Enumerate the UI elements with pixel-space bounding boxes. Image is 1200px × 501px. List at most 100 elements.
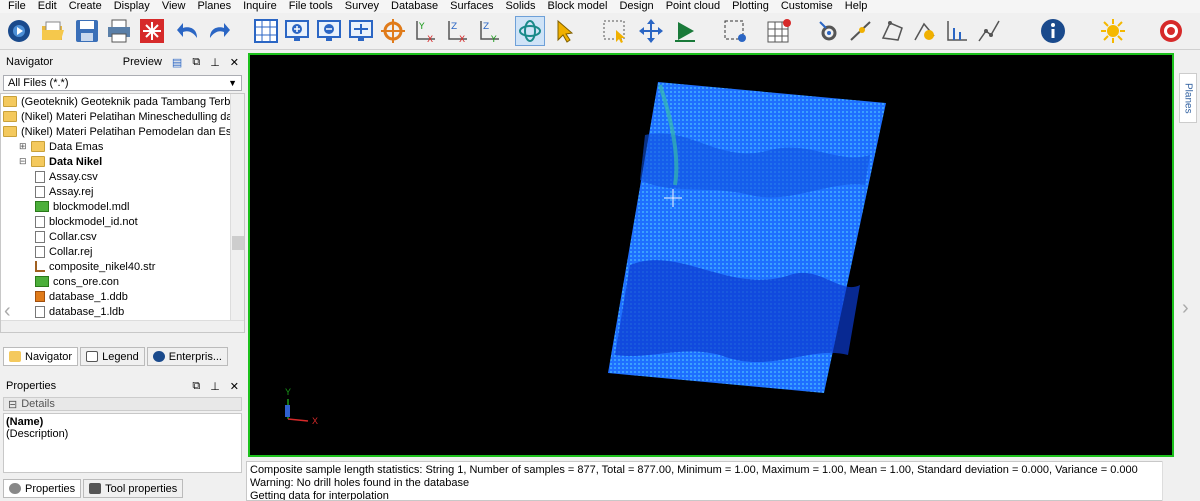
menu-item-design[interactable]: Design [619, 1, 653, 12]
pin-icon[interactable]: ⊥ [210, 56, 220, 69]
collapse-icon[interactable]: ⊟ [19, 156, 29, 167]
grid-snap-icon[interactable] [764, 16, 794, 46]
menu-item-customise[interactable]: Customise [781, 1, 833, 12]
preview-icon[interactable]: ▤ [172, 56, 182, 69]
report-line: Warning: No drill holes found in the dat… [250, 477, 470, 489]
planes-label: Planes [1182, 82, 1194, 114]
play-icon[interactable] [670, 16, 700, 46]
tab-tool-properties[interactable]: Tool properties [83, 479, 184, 498]
tree-item[interactable]: blockmodel.mdl [1, 199, 244, 214]
menu-item-point-cloud[interactable]: Point cloud [666, 1, 720, 12]
grid-icon[interactable] [251, 16, 281, 46]
tree-item[interactable]: Collar.rej [1, 244, 244, 259]
polygon-icon[interactable] [878, 16, 908, 46]
selection-icon[interactable] [720, 16, 750, 46]
menu-item-help[interactable]: Help [845, 1, 868, 12]
zx-plane-icon[interactable]: ZX [442, 16, 472, 46]
menu-item-planes[interactable]: Planes [197, 1, 231, 12]
tree-item[interactable]: (Nikel) Materi Pelatihan Pemodelan dan E… [1, 124, 244, 139]
menu-item-create[interactable]: Create [69, 1, 102, 12]
tree-item[interactable]: database_1.ddb [1, 289, 244, 304]
tree-item[interactable]: cons_ore.con [1, 274, 244, 289]
zoom-out-icon[interactable] [314, 16, 344, 46]
undo-icon[interactable] [173, 16, 203, 46]
open-folder-icon[interactable] [38, 16, 68, 46]
report-scrollbar[interactable] [1162, 461, 1176, 501]
menu-item-database[interactable]: Database [391, 1, 438, 12]
collapse-icon[interactable]: ⊟ [8, 398, 17, 411]
redo-icon[interactable] [204, 16, 234, 46]
preview-button[interactable]: Preview [123, 56, 162, 68]
lifebuoy-icon[interactable] [1156, 16, 1186, 46]
tree-item[interactable]: (Geoteknik) Geoteknik pada Tambang Terbu… [1, 94, 244, 109]
save-icon[interactable] [72, 16, 102, 46]
menu-item-file-tools[interactable]: File tools [289, 1, 333, 12]
menu-item-survey[interactable]: Survey [345, 1, 379, 12]
description-property[interactable]: (Description) [6, 428, 239, 440]
tree-item[interactable]: ⊟ Data Nikel [1, 154, 244, 169]
file-filter-select[interactable]: All Files (*.*) ▼ [3, 75, 242, 91]
close-icon[interactable]: ✕ [230, 380, 239, 393]
main-toolbar: YX ZX ZY [0, 13, 1200, 50]
menu-item-inquire[interactable]: Inquire [243, 1, 277, 12]
tree-item[interactable]: blockmodel_id.not [1, 214, 244, 229]
menu-item-solids[interactable]: Solids [506, 1, 536, 12]
select-box-icon[interactable] [600, 16, 630, 46]
expand-icon[interactable]: ⊞ [19, 141, 29, 152]
expand-right-icon[interactable]: › [1182, 297, 1189, 320]
tree-item[interactable]: composite_nikel40.str [1, 259, 244, 274]
tree-item[interactable]: (Nikel) Materi Pelatihan Mineschedulling… [1, 109, 244, 124]
menu-item-file[interactable]: File [8, 1, 26, 12]
collapse-left-icon[interactable]: ‹ [4, 300, 11, 323]
file-icon [35, 230, 45, 243]
yx-plane-icon[interactable]: YX [410, 16, 440, 46]
menu-item-surfaces[interactable]: Surfaces [450, 1, 493, 12]
menu-item-display[interactable]: Display [114, 1, 150, 12]
settings-icon[interactable] [814, 16, 844, 46]
block-model-icon [35, 201, 49, 212]
target-icon[interactable] [378, 16, 408, 46]
tree-scroll-thumb[interactable] [232, 236, 244, 250]
globe-icon[interactable] [4, 16, 34, 46]
menu-item-edit[interactable]: Edit [38, 1, 57, 12]
details-label: Details [21, 398, 55, 410]
restore-icon[interactable]: ⧉ [192, 380, 200, 393]
snap-icon[interactable] [846, 16, 876, 46]
tab-legend[interactable]: Legend [80, 347, 145, 366]
zy-plane-icon[interactable]: ZY [474, 16, 504, 46]
tree-item-label: database_1.ddb [49, 290, 128, 303]
menu-item-block-model[interactable]: Block model [548, 1, 608, 12]
tree-item[interactable]: Collar.csv [1, 229, 244, 244]
menu-item-plotting[interactable]: Plotting [732, 1, 769, 12]
pan-icon[interactable] [636, 16, 666, 46]
axes-icon[interactable] [942, 16, 972, 46]
sun-icon[interactable] [1098, 16, 1128, 46]
planes-tab[interactable]: Planes [1179, 73, 1197, 123]
point-icon[interactable] [910, 16, 940, 46]
line-icon[interactable] [974, 16, 1004, 46]
info-icon[interactable] [1038, 16, 1068, 46]
name-property[interactable]: (Name) [6, 416, 239, 428]
tree-vertical-scrollbar[interactable] [230, 94, 244, 332]
snowflake-icon[interactable] [137, 16, 167, 46]
details-section-header[interactable]: ⊟ Details [3, 397, 242, 411]
tree-item[interactable]: Assay.csv [1, 169, 244, 184]
chevron-down-icon[interactable]: ▼ [228, 78, 237, 88]
close-icon[interactable]: ✕ [230, 56, 239, 69]
menu-item-view[interactable]: View [162, 1, 186, 12]
tree-item[interactable]: ⊞ Data Emas [1, 139, 244, 154]
rotate-icon[interactable] [515, 16, 545, 46]
tree-horizontal-scrollbar[interactable] [1, 320, 244, 332]
tree-item[interactable]: database_1.ldb [1, 304, 244, 319]
tab-properties[interactable]: Properties [3, 479, 82, 498]
tab-navigator[interactable]: Navigator [3, 347, 79, 366]
pin-icon[interactable]: ⊥ [210, 380, 220, 393]
zoom-in-icon[interactable] [282, 16, 312, 46]
zoom-fit-icon[interactable] [346, 16, 376, 46]
tree-item[interactable]: Assay.rej [1, 184, 244, 199]
tab-enterprise[interactable]: Enterpris... [146, 347, 228, 366]
graphics-viewport[interactable]: Y X ‹ [248, 53, 1174, 457]
print-icon[interactable] [104, 16, 134, 46]
select-arrow-icon[interactable] [550, 16, 580, 46]
restore-icon[interactable]: ⧉ [192, 56, 200, 69]
